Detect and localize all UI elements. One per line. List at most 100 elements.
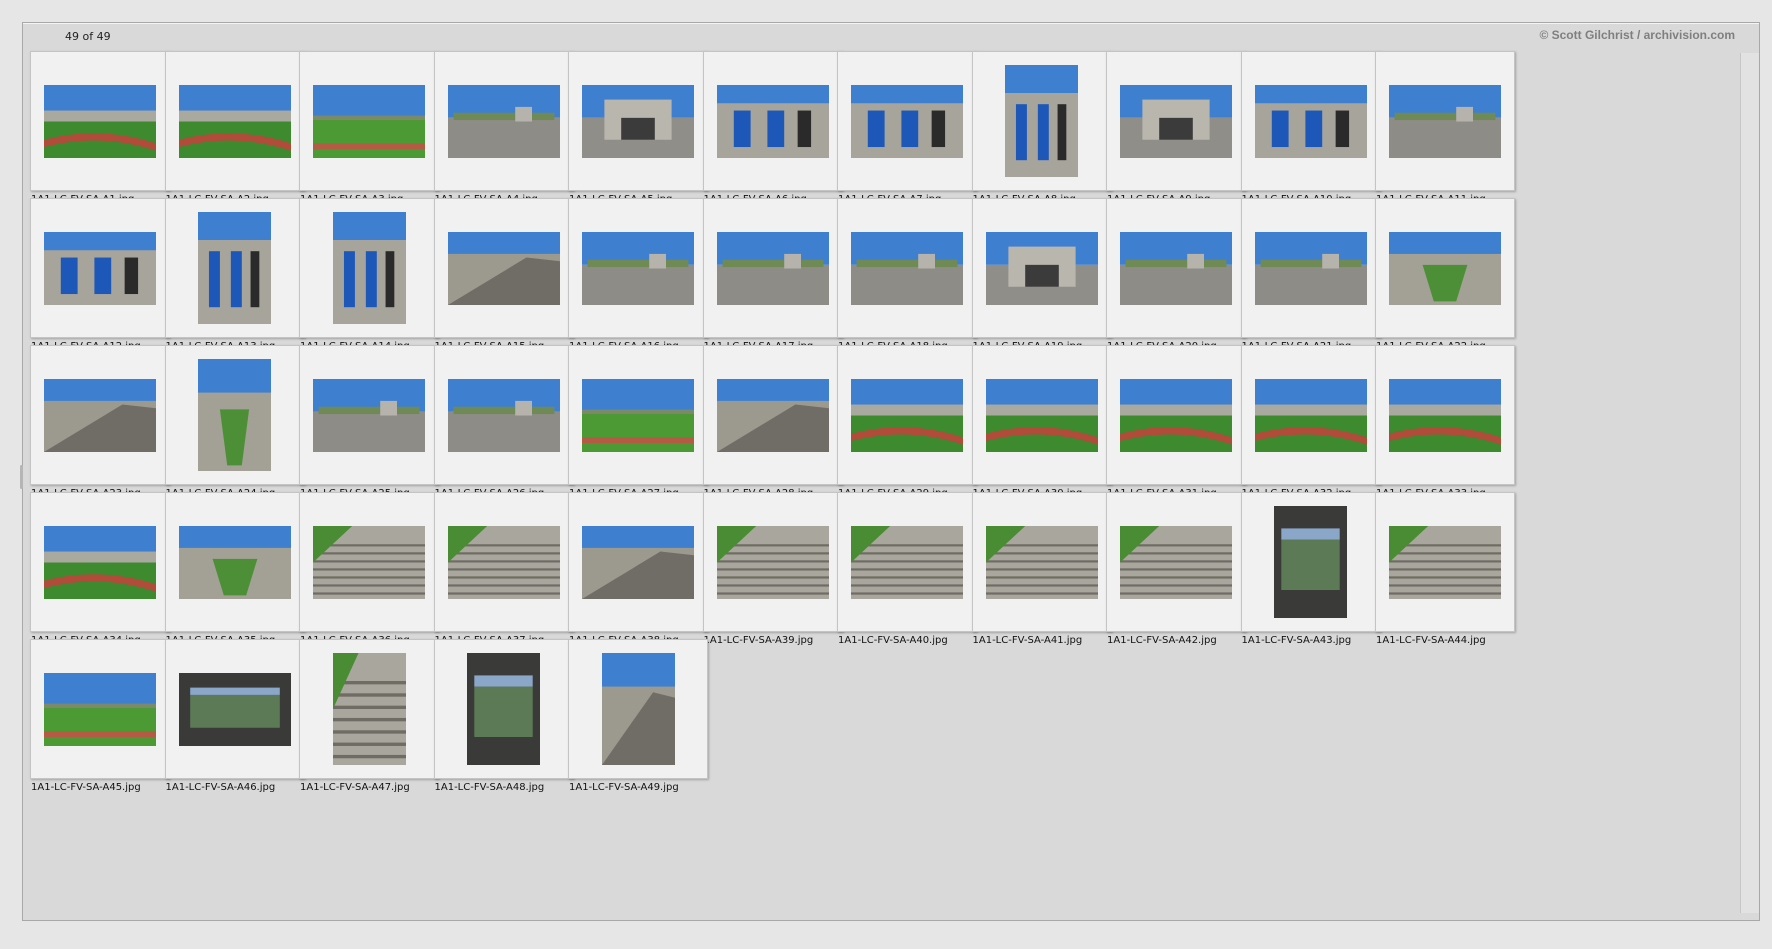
thumbnail-item[interactable]: 1A1-LC-FV-SA-A47.jpg	[289, 639, 439, 799]
thumbnail-image[interactable]	[1005, 65, 1078, 177]
thumbnail-image[interactable]	[716, 525, 829, 599]
thumbnail-image[interactable]	[44, 84, 156, 158]
thumbnail-item[interactable]: 1A1-LC-FV-SA-A18.jpg	[827, 198, 977, 358]
vertical-scrollbar[interactable]	[1740, 53, 1759, 913]
thumbnail-item[interactable]: 1A1-LC-FV-SA-A44.jpg	[1365, 492, 1515, 652]
thumbnail-frame[interactable]	[164, 198, 305, 338]
thumbnail-item[interactable]: 1A1-LC-FV-SA-A19.jpg	[962, 198, 1112, 358]
thumbnail-item[interactable]: 1A1-LC-FV-SA-A9.jpg	[1096, 51, 1246, 211]
thumbnail-image[interactable]	[716, 84, 829, 158]
thumbnail-item[interactable]: 1A1-LC-FV-SA-A3.jpg	[289, 51, 439, 211]
thumbnail-image[interactable]	[1389, 378, 1501, 452]
thumbnail-frame[interactable]	[433, 492, 574, 632]
thumbnail-image[interactable]	[1254, 84, 1367, 158]
thumbnail-frame[interactable]	[164, 639, 305, 779]
thumbnail-image[interactable]	[851, 378, 963, 452]
thumbnail-frame[interactable]	[1240, 51, 1381, 191]
thumbnail-item[interactable]: 1A1-LC-FV-SA-A4.jpg	[424, 51, 574, 211]
thumbnail-item[interactable]: 1A1-LC-FV-SA-A12.jpg	[20, 198, 170, 358]
thumbnail-image[interactable]	[447, 231, 560, 305]
thumbnail-item[interactable]: 1A1-LC-FV-SA-A39.jpg	[693, 492, 843, 652]
thumbnail-item[interactable]: 1A1-LC-FV-SA-A5.jpg	[558, 51, 708, 211]
thumbnail-frame[interactable]	[837, 345, 977, 485]
thumbnail-frame[interactable]	[1240, 492, 1381, 632]
thumbnail-image[interactable]	[716, 378, 829, 452]
thumbnail-image[interactable]	[582, 378, 694, 452]
thumbnail-item[interactable]: 1A1-LC-FV-SA-A33.jpg	[1365, 345, 1515, 505]
thumbnail-frame[interactable]	[971, 345, 1112, 485]
thumbnail-frame[interactable]	[702, 492, 843, 632]
thumbnail-frame[interactable]	[30, 492, 170, 632]
thumbnail-frame[interactable]	[702, 198, 843, 338]
thumbnail-image[interactable]	[1120, 231, 1232, 305]
thumbnail-frame[interactable]	[30, 198, 170, 338]
thumbnail-image[interactable]	[1274, 506, 1347, 618]
thumbnail-item[interactable]: 1A1-LC-FV-SA-A13.jpg	[155, 198, 305, 358]
thumbnail-frame[interactable]	[1240, 345, 1381, 485]
thumbnail-item[interactable]: 1A1-LC-FV-SA-A41.jpg	[962, 492, 1112, 652]
thumbnail-item[interactable]: 1A1-LC-FV-SA-A40.jpg	[827, 492, 977, 652]
thumbnail-item[interactable]: 1A1-LC-FV-SA-A35.jpg	[155, 492, 305, 652]
thumbnail-frame[interactable]	[299, 492, 439, 632]
thumbnail-frame[interactable]	[1106, 51, 1246, 191]
thumbnail-image[interactable]	[178, 525, 291, 599]
thumbnail-item[interactable]: 1A1-LC-FV-SA-A36.jpg	[289, 492, 439, 652]
thumbnail-item[interactable]: 1A1-LC-FV-SA-A2.jpg	[155, 51, 305, 211]
thumbnail-image[interactable]	[1120, 378, 1232, 452]
thumbnail-item[interactable]: 1A1-LC-FV-SA-A7.jpg	[827, 51, 977, 211]
thumbnail-frame[interactable]	[837, 51, 977, 191]
thumbnail-item[interactable]: 1A1-LC-FV-SA-A23.jpg	[20, 345, 170, 505]
thumbnail-image[interactable]	[178, 672, 291, 746]
thumbnail-image[interactable]	[44, 672, 156, 746]
thumbnail-frame[interactable]	[299, 198, 439, 338]
thumbnail-item[interactable]: 1A1-LC-FV-SA-A14.jpg	[289, 198, 439, 358]
thumbnail-image[interactable]	[447, 84, 560, 158]
thumbnail-frame[interactable]	[568, 492, 708, 632]
thumbnail-frame[interactable]	[702, 51, 843, 191]
thumbnail-item[interactable]: 1A1-LC-FV-SA-A16.jpg	[558, 198, 708, 358]
thumbnail-image[interactable]	[447, 525, 560, 599]
thumbnail-frame[interactable]	[1375, 492, 1515, 632]
thumbnail-item[interactable]: 1A1-LC-FV-SA-A32.jpg	[1231, 345, 1381, 505]
thumbnail-image[interactable]	[332, 212, 406, 324]
thumbnail-frame[interactable]	[433, 51, 574, 191]
thumbnail-image[interactable]	[313, 378, 425, 452]
thumbnail-frame[interactable]	[30, 51, 170, 191]
thumbnail-frame[interactable]	[837, 198, 977, 338]
thumbnail-image[interactable]	[716, 231, 829, 305]
thumbnail-frame[interactable]	[299, 639, 439, 779]
thumbnail-image[interactable]	[582, 231, 694, 305]
thumbnail-frame[interactable]	[299, 51, 439, 191]
thumbnail-image[interactable]	[178, 84, 291, 158]
thumbnail-image[interactable]	[582, 84, 694, 158]
thumbnail-item[interactable]: 1A1-LC-FV-SA-A17.jpg	[693, 198, 843, 358]
thumbnail-image[interactable]	[198, 359, 271, 471]
thumbnail-frame[interactable]	[1106, 198, 1246, 338]
thumbnail-item[interactable]: 1A1-LC-FV-SA-A43.jpg	[1231, 492, 1381, 652]
thumbnail-item[interactable]: 1A1-LC-FV-SA-A45.jpg	[20, 639, 170, 799]
thumbnail-frame[interactable]	[1240, 198, 1381, 338]
thumbnail-image[interactable]	[851, 525, 963, 599]
thumbnail-item[interactable]: 1A1-LC-FV-SA-A10.jpg	[1231, 51, 1381, 211]
thumbnail-image[interactable]	[1120, 525, 1232, 599]
thumbnail-item[interactable]: 1A1-LC-FV-SA-A30.jpg	[962, 345, 1112, 505]
thumbnail-image[interactable]	[601, 653, 675, 765]
thumbnail-frame[interactable]	[30, 639, 170, 779]
thumbnail-item[interactable]: 1A1-LC-FV-SA-A28.jpg	[693, 345, 843, 505]
thumbnail-image[interactable]	[447, 378, 560, 452]
thumbnail-frame[interactable]	[1106, 345, 1246, 485]
thumbnail-image[interactable]	[1254, 231, 1367, 305]
resize-handle[interactable]	[20, 465, 23, 489]
thumbnail-frame[interactable]	[568, 51, 708, 191]
thumbnail-item[interactable]: 1A1-LC-FV-SA-A8.jpg	[962, 51, 1112, 211]
thumbnail-item[interactable]: 1A1-LC-FV-SA-A6.jpg	[693, 51, 843, 211]
thumbnail-item[interactable]: 1A1-LC-FV-SA-A15.jpg	[424, 198, 574, 358]
thumbnail-image[interactable]	[44, 525, 156, 599]
thumbnail-frame[interactable]	[971, 51, 1112, 191]
thumbnail-item[interactable]: 1A1-LC-FV-SA-A31.jpg	[1096, 345, 1246, 505]
thumbnail-item[interactable]: 1A1-LC-FV-SA-A1.jpg	[20, 51, 170, 211]
thumbnail-item[interactable]: 1A1-LC-FV-SA-A24.jpg	[155, 345, 305, 505]
thumbnail-item[interactable]: 1A1-LC-FV-SA-A34.jpg	[20, 492, 170, 652]
thumbnail-frame[interactable]	[433, 639, 574, 779]
thumbnail-frame[interactable]	[164, 51, 305, 191]
